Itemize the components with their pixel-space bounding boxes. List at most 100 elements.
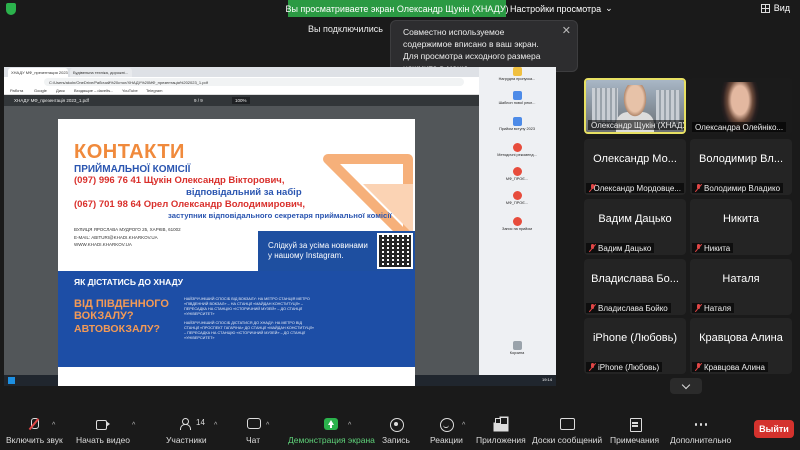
bookmark-item[interactable]: Google	[34, 88, 47, 93]
desktop-icon-label: МФ_ПРОЄ...	[505, 201, 529, 205]
participant-name: Олександра Олейніко...	[692, 122, 787, 132]
participants-options-caret-icon[interactable]: ^	[214, 422, 217, 429]
start-video-button[interactable]: Начать видео	[76, 404, 130, 450]
chat-label: Чат	[246, 435, 261, 445]
participant-name: Наталя	[704, 303, 732, 313]
directions-title: ЯК ДІСТАТИСЬ ДО ХНАДУ	[74, 277, 184, 287]
close-icon[interactable]: ✕	[562, 25, 571, 37]
bookmark-item[interactable]: Telegram	[146, 88, 162, 93]
pdf-title: ХНАДУ МФ_презентація 2023_1.pdf	[14, 98, 89, 103]
notes-label: Примечания	[610, 435, 660, 445]
pdf-zoom-level[interactable]: 100%	[232, 97, 250, 104]
participant-display-name: Наталя	[722, 273, 760, 285]
bookmark-item[interactable]: YouTube	[122, 88, 138, 93]
bookmark-item[interactable]: Работа	[10, 88, 23, 93]
camera-off-icon	[96, 418, 110, 430]
participants-icon	[179, 418, 193, 430]
windows-start-icon[interactable]	[8, 377, 15, 384]
participant-tile[interactable]: Володимир Вл... Володимир Владико	[690, 139, 792, 195]
desktop-icon[interactable]: МФ_ПРОЄ...	[497, 167, 537, 182]
apps-label: Приложения	[476, 435, 526, 445]
participant-tile[interactable]: iPhone (Любовь) iPhone (Любовь)	[584, 318, 686, 374]
participant-tile[interactable]: Никита Никита	[690, 199, 792, 255]
desktop-icon[interactable]: Запис на прийом	[497, 217, 537, 232]
shared-screen[interactable]: ХНАДУ МФ_презентация 2023... Будівельна …	[4, 67, 556, 386]
desktop-icon[interactable]: Шаблон нової рекл...	[497, 91, 537, 106]
desktop-icon[interactable]: МФ_ПРОЄ...	[497, 191, 537, 206]
view-button-label: Вид	[773, 3, 790, 13]
desktop-icon[interactable]: Нагрудна пропуска...	[497, 67, 537, 82]
participant-name-label: Владислава Бойко	[586, 303, 671, 313]
slide-role-2: заступник відповідального секретаря прий…	[168, 211, 392, 220]
desktop-icon[interactable]: Корзина	[497, 341, 537, 356]
participant-tile[interactable]: Наталя Наталя	[690, 259, 792, 315]
pdf-page-indicator[interactable]: 9 / 9	[194, 98, 203, 103]
mic-muted-icon	[589, 304, 595, 312]
video-options-caret-icon[interactable]: ^	[132, 422, 135, 429]
browser-address-bar: C:/Users/akoln/OneDrive/Рабочий%20стол/Х…	[4, 77, 556, 87]
desktop-icon-label: Нагрудна пропуска...	[498, 77, 536, 81]
mic-muted-icon	[695, 363, 701, 371]
slide-directions-section: ЯК ДІСТАТИСЬ ДО ХНАДУ ВІД ПІВДЕННОГО ВОК…	[58, 271, 415, 367]
participant-tile[interactable]: Олександр Щукін (ХНАДУ)	[584, 78, 686, 134]
view-button[interactable]: Вид	[760, 3, 790, 13]
desktop-icon-label: Шаблон нової рекл...	[498, 101, 536, 105]
participant-tile[interactable]: Олександр Мо... Олександр Мордовце...	[584, 139, 686, 195]
participant-name-label: Вадим Дацько	[586, 243, 655, 253]
url-input[interactable]: C:/Users/akoln/OneDrive/Рабочий%20стол/Х…	[44, 78, 464, 86]
participant-tile[interactable]: Владислава Бо... Владислава Бойко	[584, 259, 686, 315]
participant-tile[interactable]: Олександра Олейніко...	[690, 78, 792, 134]
reactions-options-caret-icon[interactable]: ^	[462, 422, 465, 429]
chrome-icon	[512, 217, 522, 226]
audio-options-caret-icon[interactable]: ^	[52, 422, 55, 429]
view-settings-menu[interactable]: Настройки просмотра ⌄	[510, 0, 613, 17]
slide-subtitle: ПРИЙМАЛЬНОЇ КОМІСІЇ	[74, 164, 191, 175]
bookmark-item[interactable]: Входящие – davelts...	[74, 88, 113, 93]
fit-screen-tooltip: Совместно используемое содержимое вписан…	[390, 20, 578, 73]
mic-muted-icon	[695, 304, 701, 312]
participants-button[interactable]: Участники	[166, 404, 207, 450]
security-shield-icon[interactable]	[6, 3, 16, 15]
participant-name: Олександр Щукін (ХНАДУ)	[588, 120, 684, 130]
apps-button[interactable]: Приложения	[476, 404, 526, 450]
mic-muted-icon	[27, 418, 41, 430]
bookmark-item[interactable]: Диск	[56, 88, 65, 93]
share-screen-button[interactable]: Демонстрация экрана	[288, 404, 375, 450]
record-button[interactable]: Запись	[382, 404, 410, 450]
slide-title: КОНТАКТИ	[74, 141, 185, 163]
leave-button[interactable]: Выйти	[754, 420, 794, 438]
participant-tile[interactable]: Кравцова Алина Кравцова Алина	[690, 318, 792, 374]
apps-icon	[494, 418, 508, 430]
slide-email: E-MAIL: ABITURI@KHADI.KHARKOV.UA	[74, 234, 158, 240]
directions-question-2: АВТОВОКЗАЛУ?	[74, 323, 160, 335]
participant-display-name: Никита	[722, 213, 760, 225]
participant-tile[interactable]: Вадим Дацько Вадим Дацько	[584, 199, 686, 255]
recycle-bin-icon	[512, 341, 522, 350]
desktop-icon[interactable]: Прийом вступу 2023	[497, 117, 537, 132]
whiteboards-label: Доски сообщений	[532, 435, 603, 445]
more-label: Дополнительно	[670, 435, 732, 445]
participant-name-label: iPhone (Любовь)	[586, 362, 663, 372]
notes-button[interactable]: Примечания	[610, 404, 659, 450]
participant-name: Володимир Владико	[704, 183, 781, 193]
browser-tab[interactable]: ХНАДУ МФ_презентация 2023...	[8, 68, 68, 77]
whiteboards-button[interactable]: Доски сообщений	[532, 404, 602, 450]
pdf-slide: КОНТАКТИ ПРИЙМАЛЬНОЇ КОМІСІЇ (097) 996 7…	[58, 119, 415, 386]
slide-footer	[58, 367, 415, 386]
smiley-icon	[439, 418, 455, 432]
chat-options-caret-icon[interactable]: ^	[266, 422, 269, 429]
start-video-label: Начать видео	[76, 435, 131, 445]
browser-tab[interactable]: Будівельна техніка, дорожні...	[70, 68, 132, 77]
reactions-button[interactable]: Реакции	[430, 404, 463, 450]
participant-name: Никита	[704, 243, 731, 253]
view-settings-label: Настройки просмотра	[510, 3, 602, 14]
chat-button[interactable]: Чат	[246, 404, 262, 450]
more-button[interactable]: Дополнительно	[670, 404, 731, 450]
participant-name-label: Никита	[692, 243, 734, 253]
directions-text-2: НАЙЗРУЧНІШИЙ СПОСІБ ДІСТАТИСЯ ДО ХНАДУ: …	[184, 321, 314, 340]
next-page-button[interactable]	[670, 378, 702, 394]
share-options-caret-icon[interactable]: ^	[348, 422, 351, 429]
desktop-icon[interactable]: Методичні рекоменд...	[497, 143, 537, 158]
file-icon	[512, 117, 522, 126]
participant-face	[622, 85, 648, 119]
